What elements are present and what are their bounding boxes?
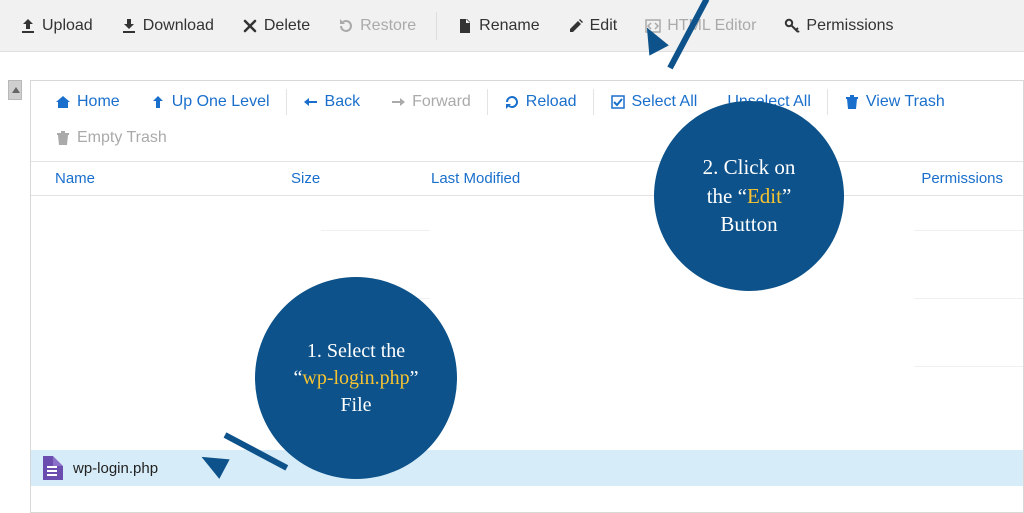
annotation-step-2: 2. Click on the “Edit” Button [655, 102, 843, 290]
edit-label: Edit [590, 17, 618, 35]
back-arrow-icon [303, 94, 319, 110]
upload-label: Upload [42, 17, 93, 35]
table-row[interactable]: wp-login.php [31, 450, 1023, 486]
home-button[interactable]: Home [41, 87, 134, 117]
nav-separator [487, 89, 488, 115]
upload-button[interactable]: Upload [8, 11, 105, 41]
delete-label: Delete [264, 17, 310, 35]
select-all-label: Select All [632, 93, 698, 111]
download-icon [121, 18, 137, 34]
forward-arrow-icon [390, 94, 406, 110]
toolbar-separator [436, 12, 437, 40]
empty-trash-button: Empty Trash [41, 123, 181, 153]
home-icon [55, 94, 71, 110]
php-file-icon [43, 456, 63, 480]
annotation-text: 2. Click on [703, 153, 796, 181]
rename-button[interactable]: Rename [445, 11, 551, 41]
download-label: Download [143, 17, 214, 35]
column-permissions[interactable]: Permissions [921, 170, 1013, 187]
table-cell [914, 298, 1023, 332]
nav-toolbar: Home Up One Level Back Forward Rel [31, 81, 1023, 123]
delete-button[interactable]: Delete [230, 11, 322, 41]
table-header: Name Size Last Modified Permissions [31, 162, 1023, 196]
select-all-button[interactable]: Select All [596, 87, 712, 117]
edit-button[interactable]: Edit [556, 11, 630, 41]
up-one-level-button[interactable]: Up One Level [136, 87, 284, 117]
html-editor-label: HTML Editor [667, 17, 756, 35]
home-label: Home [77, 93, 120, 111]
empty-trash-label: Empty Trash [77, 129, 167, 147]
table-cell [321, 230, 430, 264]
reload-button[interactable]: Reload [490, 87, 591, 117]
rename-label: Rename [479, 17, 539, 35]
annotation-text: Button [720, 210, 777, 238]
reload-label: Reload [526, 93, 577, 111]
file-rows: wp-login.php [31, 196, 1023, 486]
view-trash-button[interactable]: View Trash [830, 87, 959, 117]
trash-icon [844, 94, 860, 110]
file-manager-panel: Home Up One Level Back Forward Rel [30, 80, 1024, 513]
delete-icon [242, 18, 258, 34]
forward-label: Forward [412, 93, 471, 111]
restore-button: Restore [326, 11, 428, 41]
edit-icon [568, 18, 584, 34]
back-button[interactable]: Back [289, 87, 375, 117]
annotation-text: “wp-login.php” [294, 365, 419, 392]
file-name: wp-login.php [73, 460, 158, 477]
permissions-label: Permissions [806, 17, 893, 35]
column-name[interactable]: Name [41, 170, 291, 187]
up-one-level-label: Up One Level [172, 93, 270, 111]
table-cell [914, 230, 1023, 264]
table-cell [914, 366, 1023, 400]
nav-toolbar-row2: Empty Trash [31, 123, 1023, 162]
annotation-text: File [340, 392, 371, 419]
upload-icon [20, 18, 36, 34]
permissions-button[interactable]: Permissions [772, 11, 905, 41]
annotation-step-1: 1. Select the “wp-login.php” File [256, 278, 456, 478]
rename-icon [457, 18, 473, 34]
forward-button: Forward [376, 87, 485, 117]
up-arrow-icon [150, 94, 166, 110]
column-last-modified[interactable]: Last Modified [431, 170, 631, 187]
annotation-text: the “Edit” [707, 182, 792, 210]
download-button[interactable]: Download [109, 11, 226, 41]
empty-trash-icon [55, 130, 71, 146]
annotation-text: 1. Select the [307, 338, 405, 365]
back-label: Back [325, 93, 361, 111]
reload-icon [504, 94, 520, 110]
nav-separator [827, 89, 828, 115]
restore-icon [338, 18, 354, 34]
nav-separator [286, 89, 287, 115]
key-icon [784, 18, 800, 34]
column-size[interactable]: Size [291, 170, 431, 187]
scrollbar-up[interactable] [8, 80, 22, 100]
nav-separator [593, 89, 594, 115]
top-toolbar: Upload Download Delete Restore Rename Ed… [0, 0, 1024, 52]
view-trash-label: View Trash [866, 93, 945, 111]
restore-label: Restore [360, 17, 416, 35]
select-all-icon [610, 94, 626, 110]
